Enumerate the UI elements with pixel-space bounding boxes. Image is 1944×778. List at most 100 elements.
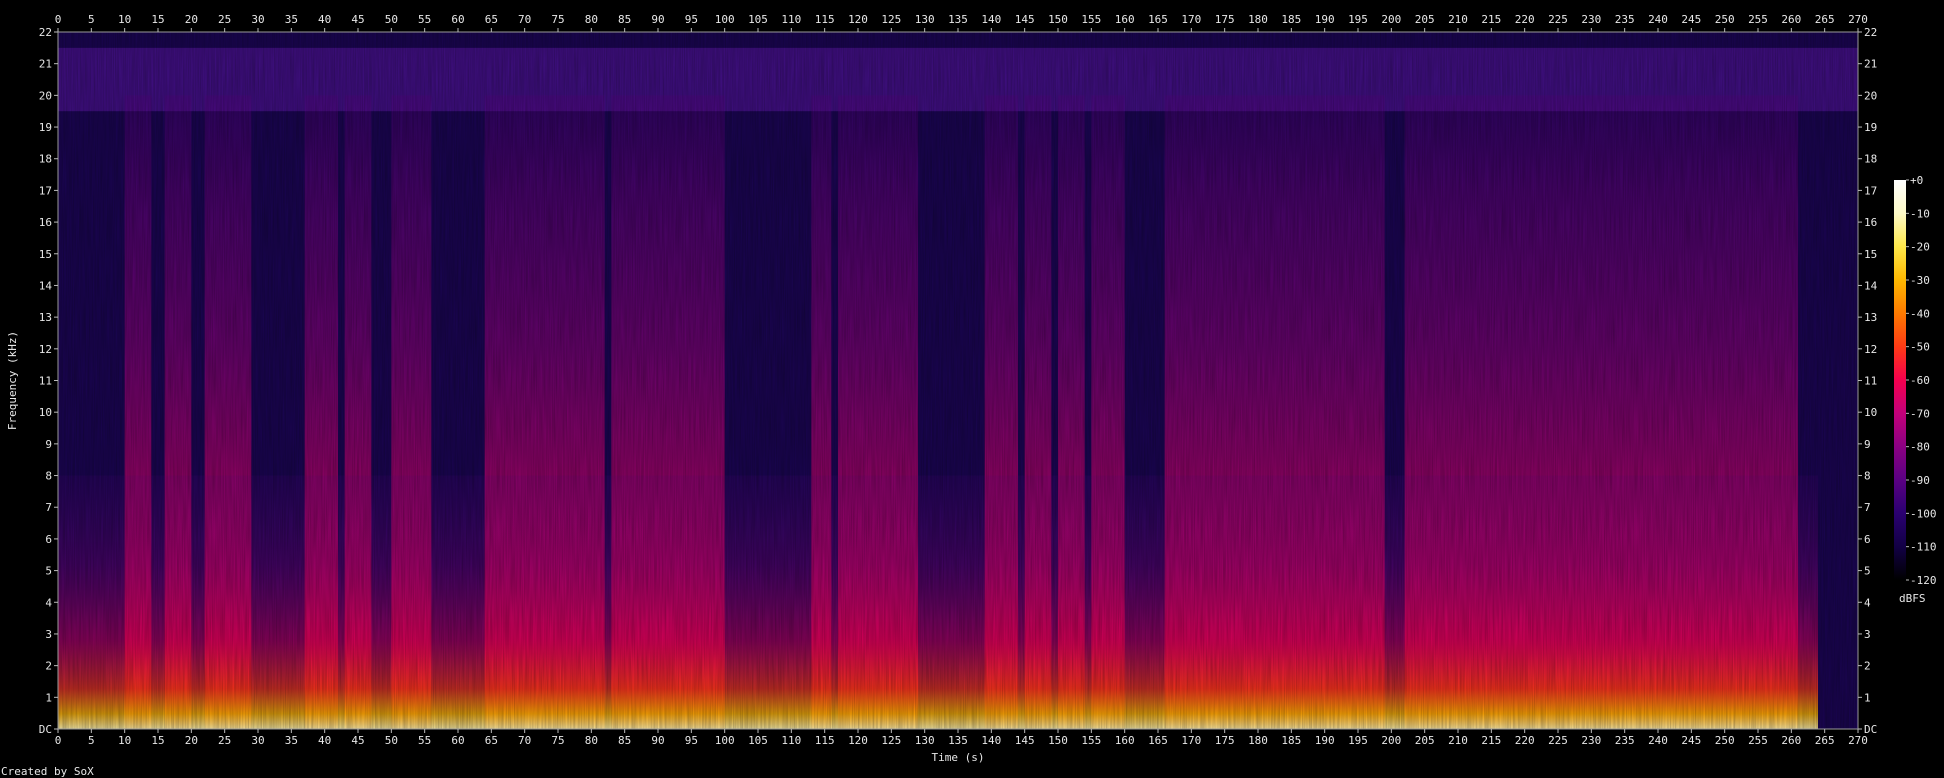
x-tick-label: 75 bbox=[551, 13, 564, 26]
y-tick-label: 6 bbox=[45, 533, 52, 546]
x-tick-label: 195 bbox=[1348, 13, 1368, 26]
y-tick-label: 1 bbox=[45, 691, 52, 704]
x-tick-label: 160 bbox=[1115, 13, 1135, 26]
colorbar-tick-label: -20 bbox=[1910, 241, 1930, 254]
x-tick-label: 180 bbox=[1248, 734, 1268, 747]
x-tick-label: 55 bbox=[418, 13, 431, 26]
x-tick-label: 115 bbox=[815, 13, 835, 26]
y-tick-label: 7 bbox=[45, 501, 52, 514]
colorbar-tick-label: -90 bbox=[1910, 474, 1930, 487]
y-axis-left-ticks: DC12345678910111213141516171819202122 bbox=[39, 26, 58, 736]
x-axis-bottom-ticks: 0 5 10 15 20 25 30 35 40 45 50 55 60 65 70 75 80 85 90 95 10… bbox=[55, 729, 1868, 747]
x-tick-label: 90 bbox=[651, 734, 664, 747]
x-tick-label: 145 bbox=[1015, 734, 1035, 747]
y-tick-label: 18 bbox=[39, 153, 52, 166]
x-tick-label: 215 bbox=[1481, 734, 1501, 747]
colorbar-tick-label: -80 bbox=[1910, 441, 1930, 454]
x-tick-label: 100 bbox=[715, 13, 735, 26]
y-tick-label: 15 bbox=[39, 248, 52, 261]
y-tick-label: 7 bbox=[1864, 501, 1871, 514]
x-tick-label: 155 bbox=[1081, 734, 1101, 747]
x-tick-label: 240 bbox=[1648, 13, 1668, 26]
x-tick-label: 160 bbox=[1115, 734, 1135, 747]
y-tick-label: 12 bbox=[39, 343, 52, 356]
x-tick-label: 165 bbox=[1148, 13, 1168, 26]
x-axis-top-ticks: 0 5 10 15 20 25 30 35 40 45 50 55 60 65 70 75 80 85 90 95 10… bbox=[55, 13, 1868, 32]
y-tick-label: 3 bbox=[1864, 628, 1871, 641]
x-tick-label: 85 bbox=[618, 13, 631, 26]
x-tick-label: 125 bbox=[881, 13, 901, 26]
credit-label: Created by SoX bbox=[1, 765, 94, 778]
x-tick-label: 60 bbox=[451, 734, 464, 747]
x-tick-label: 245 bbox=[1681, 13, 1701, 26]
y-axis-right-ticks: DC12345678910111213141516171819202122 bbox=[1858, 26, 1878, 736]
x-tick-label: 50 bbox=[385, 13, 398, 26]
x-tick-label: 155 bbox=[1081, 13, 1101, 26]
x-axis-title: Time (s) bbox=[932, 751, 985, 764]
x-tick-label: 70 bbox=[518, 13, 531, 26]
x-tick-label: 100 bbox=[715, 734, 735, 747]
x-tick-label: 135 bbox=[948, 13, 968, 26]
x-tick-label: 15 bbox=[151, 734, 164, 747]
x-tick-label: 35 bbox=[285, 13, 298, 26]
x-tick-label: 0 bbox=[55, 13, 62, 26]
y-axis-title: Frequency (kHz) bbox=[6, 331, 19, 430]
x-tick-label: 120 bbox=[848, 734, 868, 747]
x-tick-label: 15 bbox=[151, 13, 164, 26]
x-tick-label: 170 bbox=[1181, 734, 1201, 747]
y-tick-label: 11 bbox=[39, 375, 52, 388]
x-tick-label: 245 bbox=[1681, 734, 1701, 747]
y-tick-label: 8 bbox=[1864, 470, 1871, 483]
x-tick-label: 225 bbox=[1548, 13, 1568, 26]
x-tick-label: 10 bbox=[118, 734, 131, 747]
colorbar-tick-label: -70 bbox=[1910, 407, 1930, 420]
colorbar-tick-label: -40 bbox=[1910, 307, 1930, 320]
x-tick-label: 185 bbox=[1281, 13, 1301, 26]
colorbar-ticks: +0 -10 -20 -30 -40 -50 -60 -70 -80 -90 -100 -110 -12… bbox=[1906, 174, 1937, 587]
x-tick-label: 205 bbox=[1415, 734, 1435, 747]
colorbar-scale bbox=[1894, 180, 1906, 580]
x-tick-label: 30 bbox=[251, 13, 264, 26]
x-tick-label: 30 bbox=[251, 734, 264, 747]
x-tick-label: 220 bbox=[1515, 13, 1535, 26]
x-tick-label: 250 bbox=[1715, 734, 1735, 747]
x-tick-label: 135 bbox=[948, 734, 968, 747]
y-tick-label: 13 bbox=[39, 311, 52, 324]
x-tick-label: 50 bbox=[385, 734, 398, 747]
colorbar-tick-label: -10 bbox=[1910, 207, 1930, 220]
x-tick-label: 130 bbox=[915, 13, 935, 26]
y-tick-label: 2 bbox=[45, 660, 52, 673]
x-tick-label: 10 bbox=[118, 13, 131, 26]
x-tick-label: 0 bbox=[55, 734, 62, 747]
x-tick-label: 145 bbox=[1015, 13, 1035, 26]
spectrogram-texture bbox=[58, 32, 1858, 729]
y-tick-label: 6 bbox=[1864, 533, 1871, 546]
x-tick-label: 120 bbox=[848, 13, 868, 26]
y-tick-label: 19 bbox=[1864, 121, 1877, 134]
x-tick-label: 190 bbox=[1315, 13, 1335, 26]
x-tick-label: 260 bbox=[1781, 734, 1801, 747]
x-tick-label: 80 bbox=[585, 734, 598, 747]
y-tick-label: 12 bbox=[1864, 343, 1877, 356]
x-tick-label: 220 bbox=[1515, 734, 1535, 747]
x-tick-label: 185 bbox=[1281, 734, 1301, 747]
x-tick-label: 35 bbox=[285, 734, 298, 747]
x-tick-label: 105 bbox=[748, 13, 768, 26]
x-tick-label: 20 bbox=[185, 13, 198, 26]
x-tick-label: 260 bbox=[1781, 13, 1801, 26]
x-tick-label: 175 bbox=[1215, 734, 1235, 747]
x-tick-label: 150 bbox=[1048, 734, 1068, 747]
y-tick-label: 21 bbox=[1864, 58, 1877, 71]
y-tick-label: 21 bbox=[39, 58, 52, 71]
y-tick-label: 17 bbox=[1864, 184, 1877, 197]
x-tick-label: 20 bbox=[185, 734, 198, 747]
x-tick-label: 200 bbox=[1381, 13, 1401, 26]
x-tick-label: 65 bbox=[485, 734, 498, 747]
x-tick-label: 255 bbox=[1748, 734, 1768, 747]
x-tick-label: 125 bbox=[881, 734, 901, 747]
x-tick-label: 25 bbox=[218, 734, 231, 747]
x-tick-label: 40 bbox=[318, 734, 331, 747]
colorbar: +0 -10 -20 -30 -40 -50 -60 -70 -80 -90 -100 -110 -12… bbox=[1894, 174, 1937, 605]
x-tick-label: 230 bbox=[1581, 13, 1601, 26]
y-tick-label: 16 bbox=[1864, 216, 1877, 229]
